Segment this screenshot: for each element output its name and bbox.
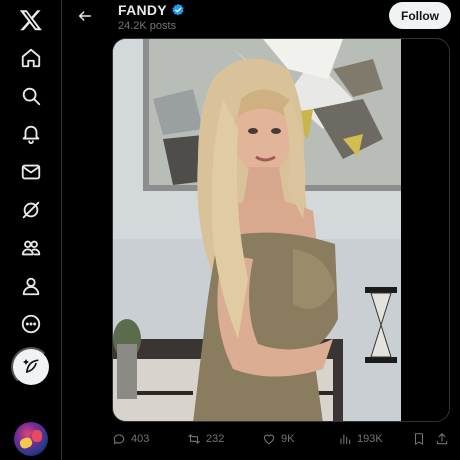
repost-icon [188, 434, 200, 444]
bookmark-icon [414, 433, 424, 445]
more-icon[interactable] [11, 304, 51, 344]
repost-count: 232 [206, 433, 225, 445]
mail-icon[interactable] [11, 152, 51, 192]
like-count: 9K [281, 433, 295, 445]
repost-button[interactable]: 232 [187, 428, 224, 450]
arrow-left-icon [78, 11, 92, 21]
grok-icon[interactable] [11, 190, 51, 230]
bookmark-button[interactable] [412, 428, 426, 450]
bell-icon[interactable] [11, 114, 51, 154]
share-icon [436, 433, 448, 445]
compose-post-button[interactable] [11, 347, 51, 387]
follow-button[interactable]: Follow [389, 2, 451, 29]
views-button[interactable]: 193K [338, 428, 383, 450]
back-button[interactable] [72, 3, 98, 29]
reply-count: 403 [131, 433, 150, 445]
views-chart-icon [340, 434, 351, 445]
post-photo[interactable] [113, 39, 401, 421]
post-media[interactable] [112, 38, 450, 422]
account-name: FANDY [118, 2, 167, 18]
like-button[interactable]: 9K [262, 428, 294, 450]
profile-icon[interactable] [11, 266, 51, 306]
post-count: 24.2K posts [118, 20, 177, 32]
heart-icon [263, 434, 275, 445]
account-avatar[interactable] [14, 422, 48, 456]
verified-badge-icon [172, 3, 184, 16]
views-count: 193K [357, 433, 383, 445]
sidebar-nav [0, 0, 62, 460]
post-actions: 403 232 9K 193K [112, 428, 454, 450]
search-icon[interactable] [11, 76, 51, 116]
account-title: FANDY [118, 2, 185, 18]
communities-icon[interactable] [11, 228, 51, 268]
reply-icon [113, 434, 125, 445]
x-logo-icon[interactable] [11, 0, 51, 40]
share-button[interactable] [435, 428, 449, 450]
feather-plus-icon [23, 359, 39, 373]
reply-button[interactable]: 403 [112, 428, 149, 450]
home-icon[interactable] [11, 38, 51, 78]
